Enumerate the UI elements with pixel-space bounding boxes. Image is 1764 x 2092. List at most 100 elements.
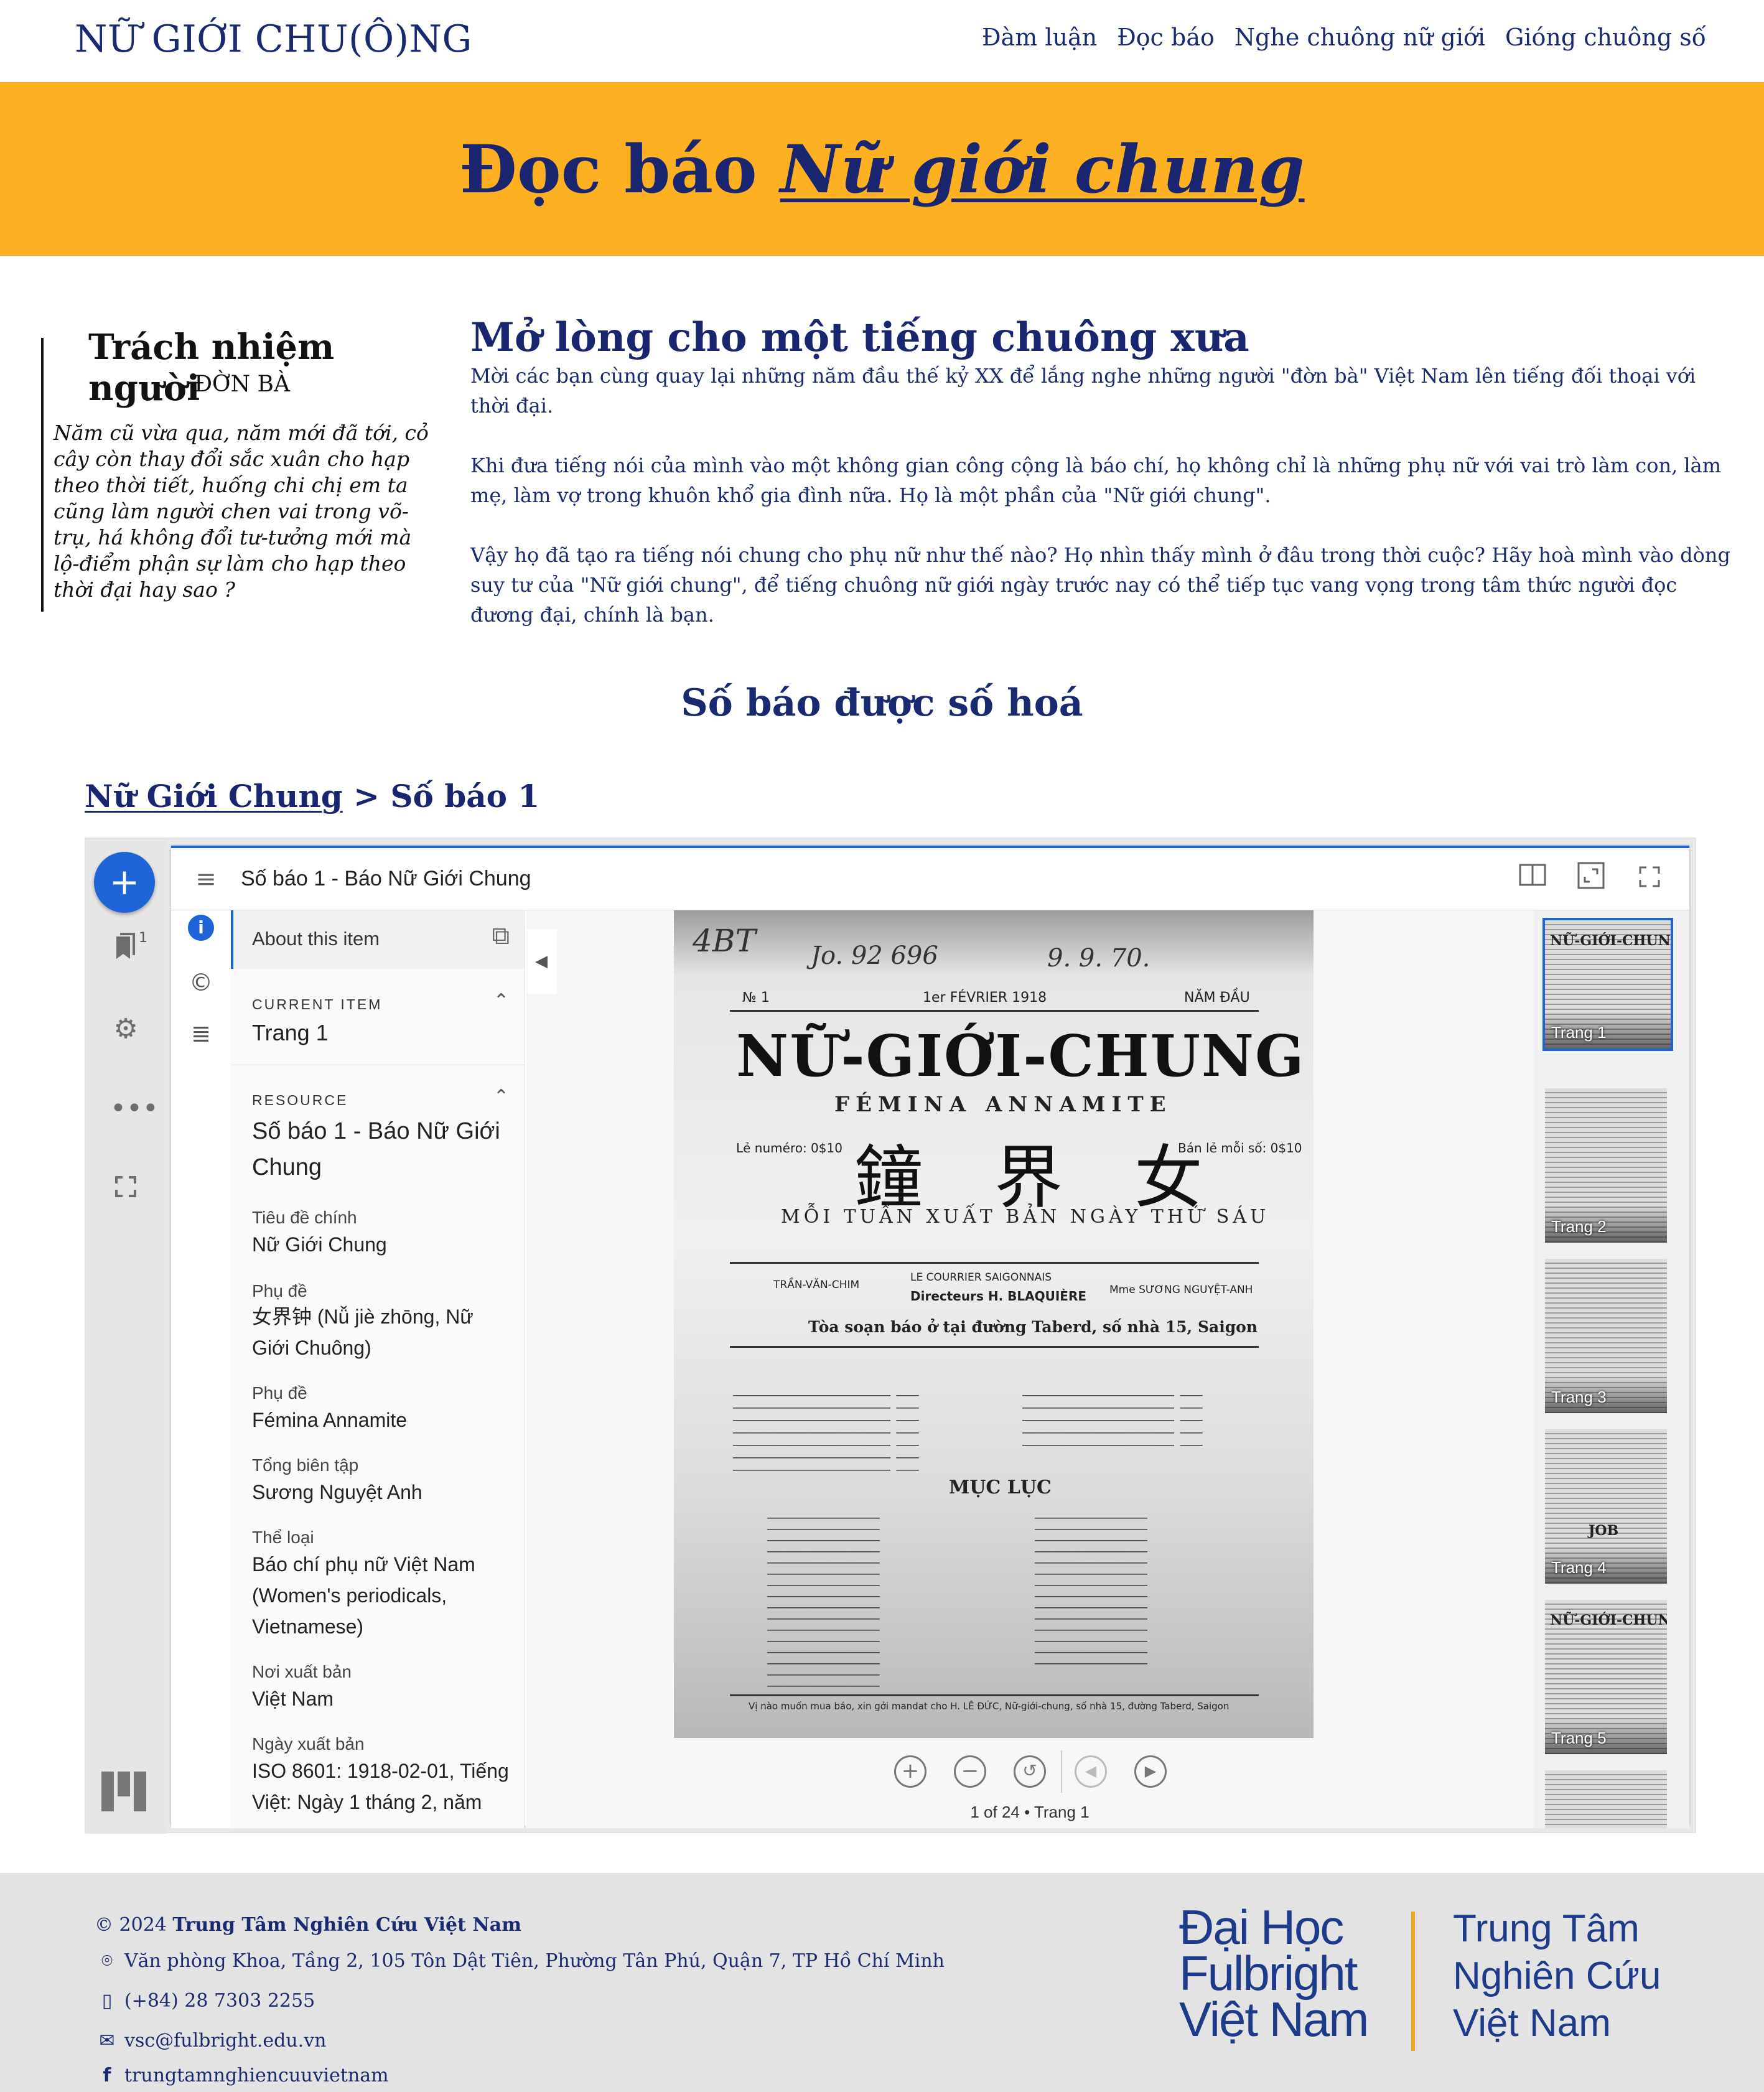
- info-icon[interactable]: i: [188, 915, 214, 941]
- newspaper-page-scan[interactable]: 4BT Jo. 92 696 9. 9. 70. № 1 1er FÉVRIER…: [674, 910, 1314, 1738]
- breadcrumb-link[interactable]: Nữ Giới Chung: [85, 778, 343, 815]
- clipping-subtitle: ĐỜN BÀ: [194, 371, 290, 397]
- scan-rule: [730, 1010, 1259, 1012]
- thumbnail[interactable]: Trang 3: [1545, 1259, 1667, 1413]
- chevron-up-icon[interactable]: ⌃: [493, 1086, 509, 1108]
- companion-tabs: i © ≣: [171, 910, 231, 1828]
- clipping-border: [41, 338, 44, 612]
- scan-director: Directeurs H. BLAQUIÈRE: [910, 1289, 1087, 1304]
- logo-line: Việt Nam: [1453, 2002, 1611, 2045]
- facebook-icon: f: [103, 2065, 111, 2086]
- toolbar-divider: [1061, 1750, 1062, 1793]
- page-title-prefix: Đọc báo: [459, 130, 780, 208]
- book-view-icon[interactable]: [1515, 862, 1550, 897]
- scan-contents-title: MỤC LỤC: [949, 1477, 1052, 1498]
- meta-label: Tiêu đề chính: [252, 1208, 357, 1227]
- meta-value: Sương Nguyệt Anh: [252, 1481, 422, 1503]
- index-list-icon[interactable]: ≣: [184, 1016, 218, 1051]
- thumbnail[interactable]: NỮ-GIỚI-CHUNG Trang 5: [1545, 1600, 1667, 1754]
- fullscreen-window-icon[interactable]: [1632, 862, 1667, 897]
- previous-page-icon[interactable]: ◀: [1075, 1755, 1107, 1788]
- breadcrumb: Nữ Giới Chung > Số báo 1: [85, 778, 539, 815]
- window-title: Số báo 1 - Báo Nữ Giới Chung: [241, 867, 531, 890]
- image-canvas[interactable]: ◀ 4BT Jo. 92 696 9. 9. 70. № 1 1er FÉVRI…: [526, 910, 1534, 1828]
- logo-divider: [1411, 1912, 1415, 2051]
- menu-hamburger-icon[interactable]: ≡: [189, 862, 223, 897]
- nav-dam-luan[interactable]: Đàm luận: [982, 24, 1097, 51]
- page-title-emphasis: Nữ giới chung: [780, 130, 1305, 208]
- scan-price-right: Bán lẻ mỗi số: 0$10: [1178, 1141, 1302, 1156]
- copyright-icon[interactable]: ©: [184, 965, 218, 1000]
- scan-price-table: ──────────────────────────── ──── ──────…: [733, 1390, 919, 1476]
- meta-value: Báo chí phụ nữ Việt Nam (Women's periodi…: [252, 1553, 475, 1638]
- phone-icon: ▯: [101, 1990, 113, 2012]
- digitized-section-title: Số báo được số hoá: [681, 681, 1083, 725]
- zoom-out-icon[interactable]: −: [954, 1755, 986, 1788]
- footer-address-text: Văn phòng Khoa, Tầng 2, 105 Tôn Dật Tiên…: [124, 1950, 945, 1972]
- mail-icon: ✉: [99, 2030, 115, 2052]
- thumbnail[interactable]: Trang 2: [1545, 1088, 1667, 1243]
- intro-paragraph: Mời các bạn cùng quay lại những năm đầu …: [470, 364, 1696, 418]
- breadcrumb-separator: >: [342, 778, 391, 815]
- collapse-sidebar-button[interactable]: ◀: [526, 929, 557, 994]
- footer-copyright: © 2024 Trung Tâm Nghiên Cứu Việt Nam: [95, 1914, 521, 1936]
- zoom-in-icon[interactable]: +: [894, 1755, 926, 1788]
- add-resource-button[interactable]: +: [94, 852, 155, 913]
- fullscreen-icon[interactable]: [110, 1173, 141, 1204]
- scan-rule: [730, 1262, 1259, 1264]
- scan-subtitle: FÉMINA ANNAMITE: [834, 1092, 1172, 1117]
- footer-email[interactable]: ✉ vsc@fulbright.edu.vn: [95, 2030, 326, 2052]
- mirador-logo-icon[interactable]: [101, 1772, 146, 1811]
- next-page-icon[interactable]: ▶: [1134, 1755, 1167, 1788]
- newspaper-clipping-image: Trách nhiệm người ĐỜN BÀ Năm cũ vừa qua,…: [39, 314, 442, 617]
- page-title: Đọc báo Nữ giới chung: [459, 130, 1304, 208]
- vsc-logo[interactable]: Trung Tâm Nghiên Cứu Việt Nam: [1453, 1905, 1661, 2047]
- nav-doc-bao[interactable]: Đọc báo: [1117, 24, 1215, 51]
- scan-year: NĂM ĐẦU: [1184, 990, 1250, 1006]
- info-panel: About this item ⧉ CURRENT ITEM ⌃ Trang 1…: [231, 910, 525, 1828]
- about-item-header: About this item ⧉: [231, 910, 524, 969]
- thumbnail[interactable]: NỮ-GIỚI-CHUNG Trang 1: [1542, 918, 1673, 1051]
- intro-text: Mời các bạn cùng quay lại những năm đầu …: [470, 361, 1730, 660]
- thumbnail-image: [1545, 1770, 1667, 1828]
- open-external-icon[interactable]: ⧉: [492, 922, 510, 950]
- resource-header: RESOURCE: [252, 1092, 348, 1108]
- nav-giong-chuong-so[interactable]: Gióng chuông số: [1505, 24, 1706, 51]
- chevron-up-icon[interactable]: ⌃: [493, 990, 509, 1012]
- thumbnail-label: Trang 2: [1551, 1217, 1607, 1236]
- logo-line: Việt Nam: [1179, 1992, 1369, 2047]
- reset-zoom-icon[interactable]: ↺: [1014, 1755, 1046, 1788]
- scan-footer-line: Vị nào muốn mua báo, xin gởi mandat cho …: [749, 1701, 1230, 1712]
- thumbnail[interactable]: JOB Trang 4: [1545, 1429, 1667, 1584]
- meta-value: Việt Nam: [252, 1688, 334, 1710]
- zoom-controls: + − ↺ ◀ ▶ 1 of 24 • Trang 1: [526, 1738, 1534, 1828]
- scan-handwriting: 9. 9. 70.: [1047, 944, 1150, 973]
- scan-owner: LE COURRIER SAIGONNAIS: [910, 1271, 1052, 1284]
- meta-label: Ngày xuất bản: [252, 1734, 365, 1753]
- mirador-viewer: + 1 ⚙ ••• ≡ Số báo 1 - Báo Nữ Giới Chung: [85, 838, 1696, 1834]
- scan-masthead: NỮ-GIỚI-CHUNG: [736, 1022, 1305, 1090]
- copyright-prefix: © 2024: [95, 1914, 173, 1936]
- thumbnail-ad-text: JOB: [1589, 1523, 1619, 1539]
- thumbnail-label: Trang 3: [1551, 1388, 1607, 1406]
- page-banner: Đọc báo Nữ giới chung: [0, 82, 1764, 256]
- thumbnail[interactable]: [1545, 1770, 1667, 1828]
- footer-facebook[interactable]: f trungtamnghiencuuvietnam: [95, 2065, 388, 2086]
- scan-editor: TRẦN-VĂN-CHIM: [773, 1279, 860, 1291]
- nav-nghe-chuong[interactable]: Nghe chuông nữ giới: [1234, 24, 1485, 51]
- footer-phone[interactable]: ▯ (+84) 28 7303 2255: [95, 1990, 315, 2012]
- site-title[interactable]: NỮ GIỚI CHU(Ô)NG: [75, 17, 472, 61]
- logo-line: Đại Học: [1179, 1900, 1344, 1954]
- logo-line: Fulbright: [1179, 1946, 1358, 2001]
- bookmark-icon[interactable]: [110, 933, 141, 964]
- more-options-icon[interactable]: •••: [110, 1093, 159, 1124]
- footer-address: ⌾ Văn phòng Khoa, Tầng 2, 105 Tôn Dật Tiê…: [95, 1950, 945, 1972]
- scan-rule: [730, 1694, 1259, 1696]
- scan-rule: [730, 1346, 1259, 1348]
- meta-label: Thể loại: [252, 1528, 314, 1547]
- workspace-rail: + 1 ⚙ •••: [85, 838, 166, 1834]
- fulbright-logo[interactable]: Đại Học Fulbright Việt Nam: [1179, 1900, 1369, 2047]
- intro-paragraph: Vậy họ đã tạo ra tiếng nói chung cho phụ…: [470, 543, 1731, 627]
- maximize-window-icon[interactable]: [1574, 862, 1608, 897]
- settings-gear-icon[interactable]: ⚙: [110, 1014, 141, 1045]
